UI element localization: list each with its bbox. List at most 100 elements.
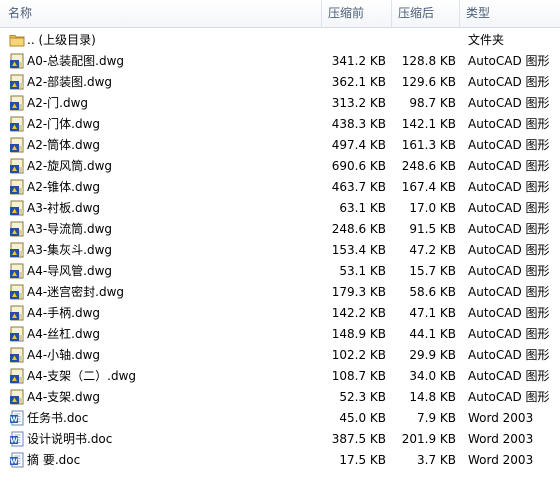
file-row[interactable]: A3-衬板.dwg 63.1 KB 17.0 KB AutoCAD 图形 [0,198,560,219]
file-row[interactable]: W 摘 要.doc 17.5 KB 3.7 KB Word 2003 [0,450,560,471]
file-type: AutoCAD 图形 [468,369,550,383]
file-compressed-size: 142.1 KB [401,117,456,131]
file-type: Word 2003 [468,453,534,467]
dwg-file-icon [9,263,25,279]
file-compressed-size: 201.9 KB [401,432,456,446]
dwg-file-icon [9,200,25,216]
file-row[interactable]: A4-丝杠.dwg 148.9 KB 44.1 KB AutoCAD 图形 [0,324,560,345]
file-name: 设计说明书.doc [27,432,113,446]
dwg-file-icon [9,242,25,258]
file-name: A2-旋风筒.dwg [27,159,113,173]
file-name: 摘 要.doc [27,453,81,467]
file-name: A3-衬板.dwg [27,201,101,215]
file-name: .. (上级目录) [27,33,96,47]
file-type: AutoCAD 图形 [468,348,550,362]
file-row[interactable]: W 任务书.doc 45.0 KB 7.9 KB Word 2003 [0,408,560,429]
file-row[interactable]: A3-导流筒.dwg 248.6 KB 91.5 KB AutoCAD 图形 [0,219,560,240]
file-row[interactable]: A4-支架.dwg 52.3 KB 14.8 KB AutoCAD 图形 [0,387,560,408]
file-row[interactable]: W 设计说明书.doc 387.5 KB 201.9 KB Word 2003 [0,429,560,450]
file-type: 文件夹 [468,33,505,47]
column-header-size[interactable]: 压缩前 [322,0,392,27]
dwg-file-icon [9,158,25,174]
file-compressed-size: 167.4 KB [401,180,456,194]
file-row[interactable]: A3-集灰斗.dwg 153.4 KB 47.2 KB AutoCAD 图形 [0,240,560,261]
file-row[interactable]: A4-小轴.dwg 102.2 KB 29.9 KB AutoCAD 图形 [0,345,560,366]
dwg-file-icon [9,368,25,384]
file-size: 362.1 KB [331,75,386,89]
svg-text:W: W [10,458,18,466]
file-compressed-size: 129.6 KB [401,75,456,89]
file-compressed-size: 248.6 KB [401,159,456,173]
file-row[interactable]: A2-门体.dwg 438.3 KB 142.1 KB AutoCAD 图形 [0,114,560,135]
file-row[interactable]: A2-筒体.dwg 497.4 KB 161.3 KB AutoCAD 图形 [0,135,560,156]
file-name: A0-总装配图.dwg [27,54,125,68]
dwg-file-icon [9,137,25,153]
file-row[interactable]: A2-部装图.dwg 362.1 KB 129.6 KB AutoCAD 图形 [0,72,560,93]
file-row[interactable]: .. (上级目录) 文件夹 [0,30,560,51]
column-header-type[interactable]: 类型 [460,0,560,27]
dwg-file-icon [9,221,25,237]
file-name: A4-丝杠.dwg [27,327,101,341]
dwg-file-icon [9,179,25,195]
file-type: AutoCAD 图形 [468,159,550,173]
dwg-file-icon [9,389,25,405]
dwg-file-icon [9,74,25,90]
file-type: AutoCAD 图形 [468,285,550,299]
file-compressed-size: 47.1 KB [409,306,456,320]
file-name: A2-部装图.dwg [27,75,113,89]
file-type: AutoCAD 图形 [468,264,550,278]
file-row[interactable]: A2-门.dwg 313.2 KB 98.7 KB AutoCAD 图形 [0,93,560,114]
dwg-file-icon [9,305,25,321]
file-list: .. (上级目录) 文件夹 A0-总装配图.dwg 341.2 KB 128.8 KB A… [0,30,560,471]
file-name: A4-导风管.dwg [27,264,113,278]
file-size: 102.2 KB [331,348,386,362]
file-row[interactable]: A4-手柄.dwg 142.2 KB 47.1 KB AutoCAD 图形 [0,303,560,324]
dwg-file-icon [9,116,25,132]
file-size: 148.9 KB [331,327,386,341]
folder-icon [9,32,25,48]
file-name: A3-集灰斗.dwg [27,243,113,257]
file-type: AutoCAD 图形 [468,180,550,194]
dwg-file-icon [9,53,25,69]
word-doc-icon: W [9,431,25,447]
file-compressed-size: 34.0 KB [409,369,456,383]
file-compressed-size: 47.2 KB [409,243,456,257]
file-name: A2-门.dwg [27,96,89,110]
column-header-bar: 名称 压缩前 压缩后 类型 [0,0,560,28]
file-name: A3-导流筒.dwg [27,222,113,236]
file-size: 341.2 KB [331,54,386,68]
file-name: A2-筒体.dwg [27,138,101,152]
file-name: A2-门体.dwg [27,117,101,131]
file-row[interactable]: A4-支架（二）.dwg 108.7 KB 34.0 KB AutoCAD 图形 [0,366,560,387]
file-type: Word 2003 [468,432,534,446]
file-row[interactable]: A4-导风管.dwg 53.1 KB 15.7 KB AutoCAD 图形 [0,261,560,282]
file-type: AutoCAD 图形 [468,138,550,152]
file-type: AutoCAD 图形 [468,96,550,110]
file-type: AutoCAD 图形 [468,390,550,404]
file-compressed-size: 14.8 KB [409,390,456,404]
file-row[interactable]: A2-锥体.dwg 463.7 KB 167.4 KB AutoCAD 图形 [0,177,560,198]
word-doc-icon: W [9,410,25,426]
file-row[interactable]: A4-迷宫密封.dwg 179.3 KB 58.6 KB AutoCAD 图形 [0,282,560,303]
column-header-name[interactable]: 名称 [0,0,322,27]
file-compressed-size: 3.7 KB [417,453,456,467]
file-name: A4-支架.dwg [27,390,101,404]
dwg-file-icon [9,326,25,342]
word-doc-icon: W [9,452,25,468]
file-type: Word 2003 [468,411,534,425]
file-row[interactable]: A0-总装配图.dwg 341.2 KB 128.8 KB AutoCAD 图形 [0,51,560,72]
svg-text:W: W [10,416,18,424]
svg-text:W: W [10,437,18,445]
file-compressed-size: 7.9 KB [417,411,456,425]
file-size: 690.6 KB [331,159,386,173]
file-size: 17.5 KB [339,453,386,467]
file-row[interactable]: A2-旋风筒.dwg 690.6 KB 248.6 KB AutoCAD 图形 [0,156,560,177]
file-name: 任务书.doc [27,411,89,425]
file-compressed-size: 161.3 KB [401,138,456,152]
column-header-compressed[interactable]: 压缩后 [392,0,460,27]
file-size: 463.7 KB [331,180,386,194]
file-name: A4-小轴.dwg [27,348,101,362]
file-size: 438.3 KB [331,117,386,131]
dwg-file-icon [9,347,25,363]
file-size: 153.4 KB [331,243,386,257]
